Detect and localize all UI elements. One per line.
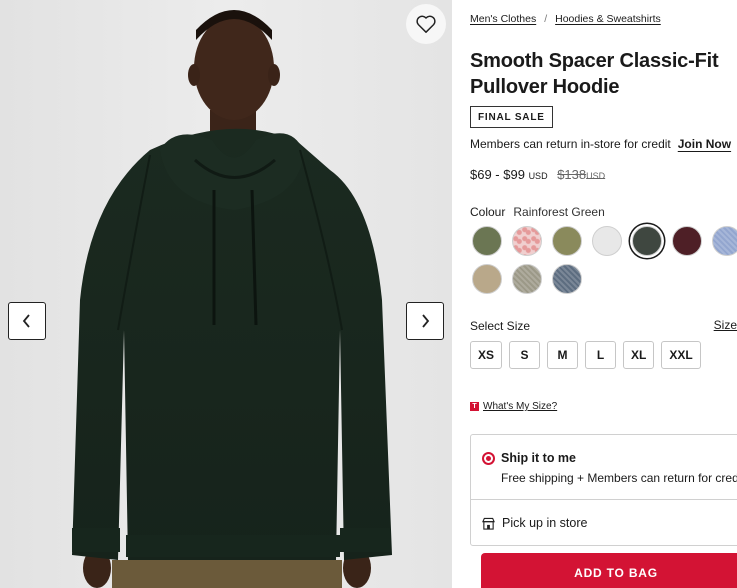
divider: [471, 499, 737, 500]
product-title: Smooth Spacer Classic-Fit Pullover Hoodi…: [470, 50, 719, 98]
selected-colour-name: Rainforest Green: [513, 205, 605, 219]
price: $69 - $99 USD $138USD: [470, 167, 605, 182]
colour-swatch-5[interactable]: [632, 226, 662, 256]
chevron-right-icon: [422, 314, 430, 328]
product-image-gallery: [0, 0, 452, 588]
size-option-xl[interactable]: XL: [623, 341, 655, 369]
colour-swatch-10[interactable]: [552, 264, 582, 294]
price-currency: USD: [528, 171, 548, 181]
original-price-currency: USD: [586, 171, 606, 181]
store-icon: [482, 517, 495, 530]
breadcrumb: Men's Clothes / Hoodies & Sweatshirts: [470, 13, 661, 25]
price-range: $69 - $99: [470, 167, 525, 182]
colour-swatch-7[interactable]: [712, 226, 737, 256]
colour-swatch-6[interactable]: [672, 226, 702, 256]
ship-option-title: Ship it to me: [501, 451, 576, 465]
colour-swatches: [472, 226, 737, 294]
whats-my-size-link[interactable]: What's My Size?: [483, 401, 557, 412]
colour-swatch-9[interactable]: [512, 264, 542, 294]
fit-tool-icon: T: [470, 402, 479, 411]
size-option-m[interactable]: M: [547, 341, 579, 369]
select-size-label: Select Size: [470, 319, 531, 333]
breadcrumb-mens-clothes[interactable]: Men's Clothes: [470, 13, 536, 25]
original-price-value: $138: [557, 167, 587, 182]
whats-my-size: T What's My Size?: [470, 401, 557, 412]
pick-up-in-store-option[interactable]: Pick up in store: [482, 516, 587, 530]
colour-label: Colour: [470, 205, 506, 219]
ship-radio-selected[interactable]: [482, 452, 495, 465]
original-price: $138USD: [557, 167, 605, 182]
size-option-xxl[interactable]: XXL: [661, 341, 701, 369]
add-to-bag-button[interactable]: ADD TO BAG: [481, 553, 737, 588]
next-image-button[interactable]: [406, 302, 444, 340]
size-selector-header: Select Size Size: [470, 318, 737, 333]
colour-swatch-1[interactable]: [472, 226, 502, 256]
colour-swatch-2[interactable]: [512, 226, 542, 256]
pickup-label: Pick up in store: [502, 516, 588, 530]
colour-swatch-3[interactable]: [552, 226, 582, 256]
heart-icon: [416, 15, 436, 33]
members-text: Members can return in-store for credit: [470, 137, 671, 151]
ship-option-subtitle: Free shipping + Members can return for c…: [501, 471, 737, 485]
size-option-xs[interactable]: XS: [470, 341, 503, 369]
fulfillment-options: Ship it to me Free shipping + Members ca…: [470, 434, 737, 546]
product-info-panel: Men's Clothes / Hoodies & Sweatshirts Sm…: [470, 0, 737, 588]
colour-selector-header: Colour Rainforest Green: [470, 205, 605, 219]
final-sale-badge: FINAL SALE: [470, 106, 553, 128]
size-guide-link[interactable]: Size: [714, 318, 737, 332]
size-options: XS S M L XL XXL: [470, 341, 701, 369]
colour-swatch-8[interactable]: [472, 264, 502, 294]
join-now-link[interactable]: Join Now: [678, 137, 731, 151]
colour-swatch-4[interactable]: [592, 226, 622, 256]
breadcrumb-hoodies-sweatshirts[interactable]: Hoodies & Sweatshirts: [555, 13, 661, 25]
favorite-button[interactable]: [406, 4, 446, 44]
breadcrumb-separator: /: [544, 13, 548, 25]
size-option-l[interactable]: L: [585, 341, 617, 369]
members-notice: Members can return in-store for credit J…: [470, 137, 731, 151]
size-option-s[interactable]: S: [509, 341, 541, 369]
product-photo: [0, 0, 452, 588]
previous-image-button[interactable]: [8, 302, 46, 340]
chevron-left-icon: [22, 314, 30, 328]
